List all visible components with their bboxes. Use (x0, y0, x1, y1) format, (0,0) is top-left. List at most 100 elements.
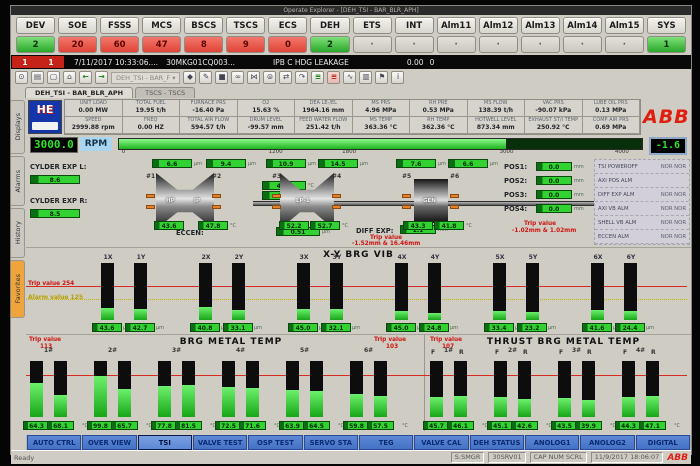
vib-bar (297, 263, 310, 320)
brg-temp-bar (222, 361, 235, 417)
speed-bar-fill (119, 139, 506, 149)
transfer-icon[interactable]: ⇄ (279, 71, 292, 84)
alarm-count-alm13[interactable]: · (521, 36, 560, 53)
new-display-icon[interactable]: ▢ (47, 71, 60, 84)
alarm-count-soe[interactable]: 20 (58, 36, 97, 53)
sidebar-tab-history[interactable]: History (11, 208, 25, 258)
display-tab-digital[interactable]: DIGITAL (636, 435, 690, 450)
alarm-count-ets[interactable]: · (353, 36, 392, 53)
redo-icon[interactable]: ↷ (295, 71, 308, 84)
topology-icon[interactable]: ⋈ (247, 71, 260, 84)
brg-group-label: 2# (108, 347, 117, 354)
display-tab-anolog2[interactable]: ANOLOG2 (580, 435, 634, 450)
sidebar-tab-displays[interactable]: Displays (11, 100, 25, 154)
display-tab-teg[interactable]: TEG (359, 435, 413, 450)
system-tab-ets[interactable]: ETS (353, 17, 392, 34)
shaft-vib-unit: µm (360, 161, 368, 167)
display-tab-valve-test[interactable]: VALVE TEST (193, 435, 247, 450)
system-tab-int[interactable]: INT (395, 17, 434, 34)
sidebar-tab-favorites[interactable]: Favorites (11, 260, 25, 318)
home-icon[interactable]: ⌂ (63, 71, 76, 84)
link-icon[interactable]: ∞ (231, 71, 244, 84)
display-tab-osp-test[interactable]: OSP TEST (248, 435, 302, 450)
alarm-list-red-icon[interactable]: ≡ (327, 71, 340, 84)
alarm-count-ecs[interactable]: 0 (268, 36, 307, 53)
display-dropdown[interactable]: DEH_TSI - BAR_F ▾ (111, 72, 180, 84)
lock-icon[interactable]: ■ (215, 71, 228, 84)
vib-bar-fill (199, 307, 212, 320)
database-icon[interactable]: ⊜ (263, 71, 276, 84)
display-tab-servo-sta[interactable]: SERVO STA (304, 435, 358, 450)
pos-label: POS1: (504, 163, 527, 171)
alarm-count-deh[interactable]: 2 (310, 36, 349, 53)
alarm-line[interactable]: 1 1 7/11/2017 10:33:06.... 30MKG01CQ003.… (11, 55, 691, 69)
speed-tick: 1800 (342, 149, 356, 155)
display-tab-over-view[interactable]: OVER VIEW (82, 435, 136, 450)
bearing-pad-top (450, 194, 459, 198)
field-value: 0.00 MW (65, 107, 122, 115)
alarm-count-mcs[interactable]: 47 (142, 36, 181, 53)
search-icon[interactable]: ⊙ (15, 71, 28, 84)
alarm-count-alm14[interactable]: · (563, 36, 602, 53)
alarm-count-int[interactable]: · (395, 36, 434, 53)
system-tab-fsss[interactable]: FSSS (100, 17, 139, 34)
brg-temp-unit: °C (402, 423, 408, 429)
alarm-count-alm12[interactable]: · (479, 36, 518, 53)
alarm-count-alm11[interactable]: · (437, 36, 476, 53)
forward-icon[interactable]: → (95, 71, 108, 84)
info-icon[interactable]: i (391, 71, 404, 84)
back-icon[interactable]: ← (79, 71, 92, 84)
bearing-label: #6 (450, 173, 459, 180)
report-icon[interactable]: ▥ (359, 71, 372, 84)
alarm-count-fsss[interactable]: 60 (100, 36, 139, 53)
alarm-list-green-icon[interactable]: ≡ (311, 71, 324, 84)
display-tab-anolog1[interactable]: ANOLOG1 (525, 435, 579, 450)
annotate-icon[interactable]: ✎ (199, 71, 212, 84)
thrust-temp-fill (518, 399, 531, 417)
alarm-count-alm15[interactable]: · (605, 36, 644, 53)
speed-tick: 0 (122, 149, 126, 155)
thrust-temp-value: 44.3 (615, 421, 642, 430)
system-tab-alm15[interactable]: Alm15 (605, 17, 644, 34)
alarm-count-tscs[interactable]: 9 (226, 36, 265, 53)
brg-temp-fill (374, 396, 387, 417)
speed-tick: 4000 (615, 149, 629, 155)
field-value: -16.40 Pa (180, 107, 237, 115)
flag-icon[interactable]: ⚑ (375, 71, 388, 84)
system-tab-ecs[interactable]: ECS (268, 17, 307, 34)
display-tab-valve-cal[interactable]: VALVE CAL (414, 435, 468, 450)
display-tab-auto-ctrl[interactable]: AUTO CTRL (27, 435, 81, 450)
field-value: 19.95 t/h (123, 107, 180, 115)
alarm-count-bscs[interactable]: 8 (184, 36, 223, 53)
field-value: 251.42 t/h (295, 124, 352, 132)
brg-group-label: 3# (172, 347, 181, 354)
alarm-count-sys[interactable]: 1 (647, 36, 686, 53)
key-icon[interactable]: ◆ (183, 71, 196, 84)
sidebar-tab-alarms[interactable]: Alarms (11, 156, 25, 206)
vib-value: 24.8 (419, 323, 449, 332)
system-tab-mcs[interactable]: MCS (142, 17, 181, 34)
thrust-r-label: R (523, 349, 528, 356)
brg-temp-bar (350, 361, 363, 417)
display-tab-deh-status[interactable]: DEH STATUS (470, 435, 524, 450)
alarm-count-dev[interactable]: 2 (16, 36, 55, 53)
system-tab-alm11[interactable]: Alm11 (437, 17, 476, 34)
system-tab-alm14[interactable]: Alm14 (563, 17, 602, 34)
doc-tab-tscs[interactable]: TSCS - TSCS (135, 87, 195, 98)
vib-bar-label: 5Y (529, 254, 538, 261)
system-tab-soe[interactable]: SOE (58, 17, 97, 34)
system-tab-deh[interactable]: DEH (310, 17, 349, 34)
trend-icon[interactable]: ∿ (343, 71, 356, 84)
doc-tab-deh-tsi[interactable]: DEH_TSI - BAR_BLR_APH (25, 87, 133, 98)
system-tab-bscs[interactable]: BSCS (184, 17, 223, 34)
system-tab-alm12[interactable]: Alm12 (479, 17, 518, 34)
system-tab-alm13[interactable]: Alm13 (521, 17, 560, 34)
bearing-pad-top (332, 194, 341, 198)
header-field: LUBE OIL PRS0.13 MPa (583, 100, 641, 117)
system-tab-tscs[interactable]: TSCS (226, 17, 265, 34)
system-tab-dev[interactable]: DEV (16, 17, 55, 34)
display-tab-tsi[interactable]: TSI (138, 435, 192, 450)
print-icon[interactable]: ▤ (31, 71, 44, 84)
system-tab-sys[interactable]: SYS (647, 17, 686, 34)
vib-alarm-line (26, 299, 687, 300)
